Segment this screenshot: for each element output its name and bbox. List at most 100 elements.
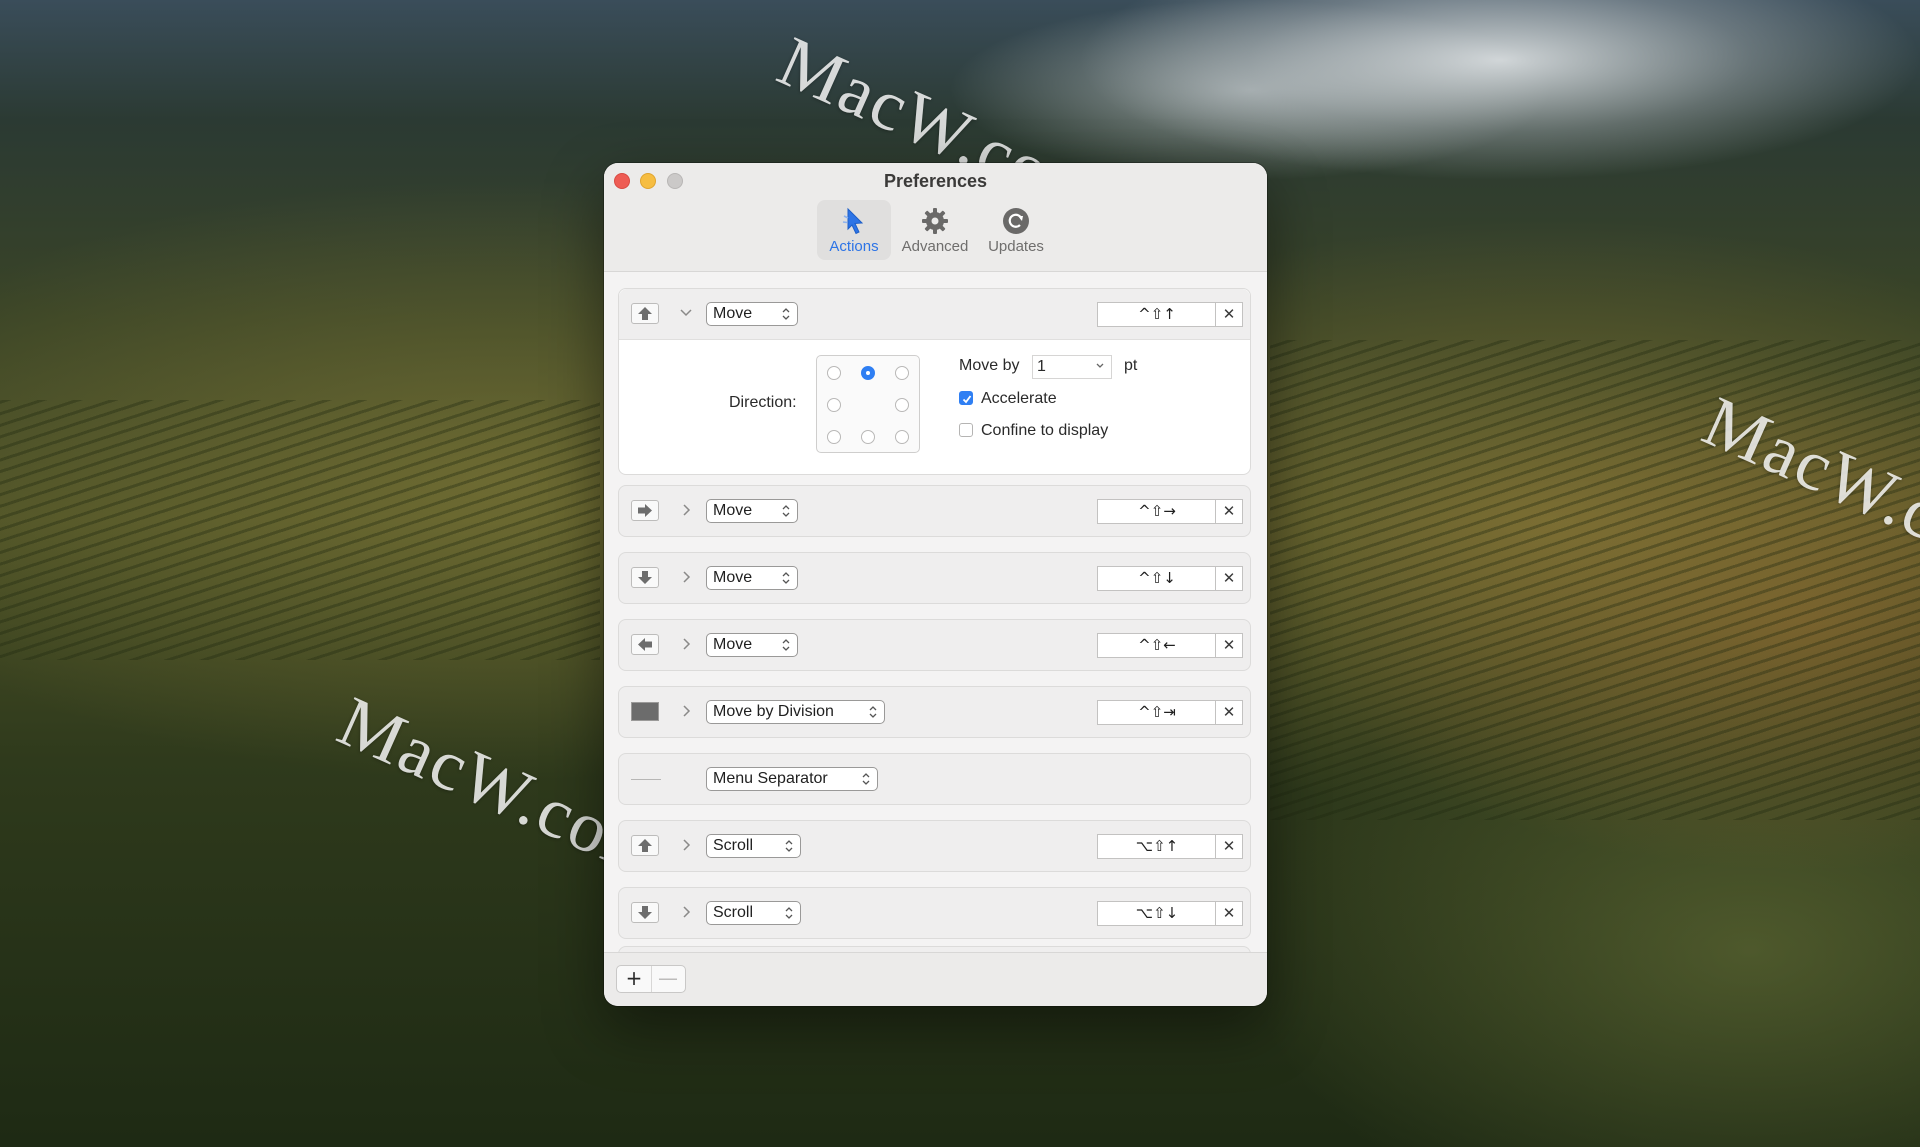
shortcut-recorder[interactable]: ^⇧← ✕ — [1097, 633, 1243, 658]
tab-actions[interactable]: Actions — [817, 200, 891, 260]
vineyard-texture — [0, 400, 600, 660]
arrow-left-icon[interactable] — [631, 634, 659, 655]
footer-bar: + — — [604, 952, 1267, 1006]
tab-advanced[interactable]: Advanced — [898, 200, 972, 260]
chevron-down-icon[interactable] — [1095, 359, 1105, 373]
direction-right-radio[interactable] — [895, 398, 909, 412]
move-by-combo[interactable]: 1 — [1032, 355, 1112, 379]
action-popup[interactable]: Move — [706, 633, 798, 657]
gear-icon — [922, 208, 948, 234]
action-popup[interactable]: Move — [706, 566, 798, 590]
action-popup[interactable]: Menu Separator — [706, 767, 878, 791]
tab-updates[interactable]: Updates — [979, 200, 1053, 260]
arrow-up-icon[interactable] — [631, 303, 659, 324]
action-popup-value: Move — [713, 569, 753, 586]
chevron-right-icon[interactable] — [679, 634, 693, 654]
shortcut-keys: ^⇧↓ — [1138, 569, 1176, 587]
shortcut-recorder[interactable]: ^⇧↓ ✕ — [1097, 566, 1243, 591]
separator-icon — [631, 779, 661, 780]
clear-shortcut-button[interactable]: ✕ — [1215, 499, 1242, 524]
action-popup[interactable]: Scroll — [706, 901, 801, 925]
chevron-right-icon[interactable] — [679, 902, 693, 922]
add-action-button[interactable]: + — [617, 966, 652, 992]
move-by-value: 1 — [1037, 358, 1046, 375]
chevron-right-icon[interactable] — [679, 500, 693, 520]
direction-down-left-radio[interactable] — [827, 430, 841, 444]
arrow-up-icon[interactable] — [631, 835, 659, 856]
action-popup-value: Scroll — [713, 837, 754, 854]
action-popup-value: Move — [713, 305, 753, 322]
action-popup[interactable]: Move — [706, 499, 798, 523]
action-row-header: Move by Division ^⇧⇥ ✕ — [619, 687, 1250, 737]
action-row-header: Scroll ⌥⇧↑ ✕ — [619, 821, 1250, 871]
action-popup-value: Menu Separator — [713, 770, 828, 787]
accelerate-label: Accelerate — [981, 390, 1057, 407]
shortcut-keys: ^⇧→ — [1138, 502, 1176, 520]
updown-arrows-icon — [869, 706, 877, 718]
confine-to-display-checkbox[interactable] — [959, 423, 973, 437]
chevron-right-icon[interactable] — [679, 701, 693, 721]
refresh-icon — [1003, 208, 1029, 234]
shortcut-keys: ⌥⇧↓ — [1135, 904, 1179, 922]
shortcut-keys: ^⇧↑ — [1138, 305, 1176, 323]
action-row-header: Move ^⇧↑ ✕ — [619, 289, 1250, 340]
action-row-header: Move ^⇧← ✕ — [619, 620, 1250, 670]
watermark: MacW.com — [1692, 380, 1920, 596]
clear-shortcut-button[interactable]: ✕ — [1215, 700, 1242, 725]
clear-shortcut-button[interactable]: ✕ — [1215, 901, 1242, 926]
direction-up-right-radio[interactable] — [895, 366, 909, 380]
arrow-right-icon[interactable] — [631, 500, 659, 521]
division-icon[interactable] — [631, 702, 659, 721]
clear-shortcut-button[interactable]: ✕ — [1215, 302, 1242, 327]
add-remove-control: + — — [616, 965, 686, 993]
action-row: Scroll ⌥⇧↓ ✕ — [618, 887, 1251, 939]
action-row: Move ^⇧→ ✕ — [618, 485, 1251, 537]
updown-arrows-icon — [782, 308, 790, 320]
chevron-right-icon[interactable] — [679, 567, 693, 587]
action-row-header: Menu Separator — [619, 754, 1250, 804]
action-popup[interactable]: Move — [706, 302, 798, 326]
shortcut-recorder[interactable]: ^⇧→ ✕ — [1097, 499, 1243, 524]
direction-up-left-radio[interactable] — [827, 366, 841, 380]
shortcut-keys: ⌥⇧↑ — [1135, 837, 1179, 855]
shortcut-recorder[interactable]: ⌥⇧↑ ✕ — [1097, 834, 1243, 859]
action-popup[interactable]: Move by Division — [706, 700, 885, 724]
direction-down-right-radio[interactable] — [895, 430, 909, 444]
arrow-down-icon[interactable] — [631, 902, 659, 923]
action-row: Move ^⇧↑ ✕ Direction: Move by 1 pt Accel… — [618, 288, 1251, 475]
direction-down-radio[interactable] — [861, 430, 875, 444]
chevron-right-icon[interactable] — [679, 835, 693, 855]
action-popup[interactable]: Scroll — [706, 834, 801, 858]
shortcut-keys: ^⇧← — [1138, 636, 1176, 654]
direction-label: Direction: — [729, 394, 797, 411]
shortcut-recorder[interactable]: ^⇧⇥ ✕ — [1097, 700, 1243, 725]
tab-actions-label: Actions — [829, 238, 879, 255]
unit-label: pt — [1124, 357, 1138, 374]
action-popup-value: Move — [713, 636, 753, 653]
updown-arrows-icon — [862, 773, 870, 785]
clear-shortcut-button[interactable]: ✕ — [1215, 633, 1242, 658]
remove-action-button[interactable]: — — [651, 966, 685, 992]
clear-shortcut-button[interactable]: ✕ — [1215, 834, 1242, 859]
action-row: Move by Division ^⇧⇥ ✕ — [618, 686, 1251, 738]
direction-left-radio[interactable] — [827, 398, 841, 412]
shortcut-recorder[interactable]: ^⇧↑ ✕ — [1097, 302, 1243, 327]
action-row: Move ^⇧↓ ✕ — [618, 552, 1251, 604]
clear-shortcut-button[interactable]: ✕ — [1215, 566, 1242, 591]
action-row: Menu Separator — [618, 753, 1251, 805]
action-row-header: Move ^⇧↓ ✕ — [619, 553, 1250, 603]
action-row: Scroll ⌥⇧↑ ✕ — [618, 820, 1251, 872]
accelerate-checkbox[interactable] — [959, 391, 973, 405]
action-popup-value: Move by Division — [713, 703, 834, 720]
updown-arrows-icon — [785, 840, 793, 852]
window-title: Preferences — [883, 171, 988, 191]
chevron-down-icon[interactable] — [679, 303, 693, 323]
direction-up-radio[interactable] — [861, 366, 875, 380]
cursor-icon — [842, 207, 864, 235]
action-row-header: Move ^⇧→ ✕ — [619, 486, 1250, 536]
updown-arrows-icon — [785, 907, 793, 919]
action-row-header: Scroll ⌥⇧↓ ✕ — [619, 888, 1250, 938]
shortcut-recorder[interactable]: ⌥⇧↓ ✕ — [1097, 901, 1243, 926]
actions-list: Move ^⇧↑ ✕ Direction: Move by 1 pt Accel… — [604, 272, 1267, 952]
arrow-down-icon[interactable] — [631, 567, 659, 588]
